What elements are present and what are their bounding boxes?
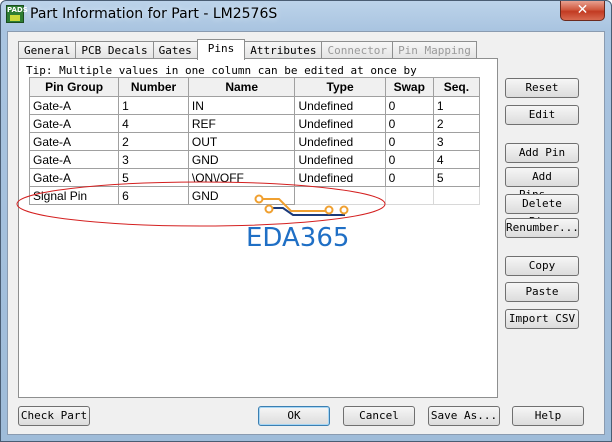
annotation-ellipse — [16, 181, 386, 227]
dialog-window: PADS Part Information for Part - LM2576S… — [0, 0, 612, 442]
tab-pins[interactable]: Pins — [196, 39, 246, 60]
pcb-trace-icon — [254, 194, 349, 216]
eda365-watermark: EDA365 — [246, 223, 350, 253]
annotation-overlay — [16, 181, 386, 227]
